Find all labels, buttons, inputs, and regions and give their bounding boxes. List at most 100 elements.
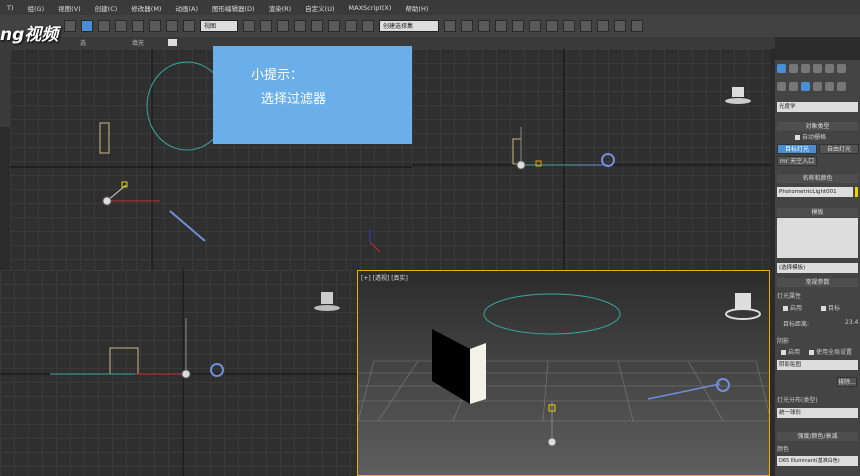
shadow-type-select[interactable]: 阴影贴图 bbox=[777, 360, 858, 370]
rect-select-icon[interactable] bbox=[115, 20, 127, 32]
snap-toggle-icon[interactable] bbox=[294, 20, 306, 32]
template-rollout[interactable]: 模板 bbox=[777, 208, 858, 217]
shapes-icon[interactable] bbox=[789, 82, 798, 91]
color-preset-select[interactable]: D65 Illuminant(基准白色) bbox=[777, 456, 858, 466]
menu-item-help[interactable]: 帮助(H) bbox=[398, 3, 435, 13]
light-category-select[interactable]: 光度学 bbox=[777, 102, 858, 112]
light-target-icon[interactable] bbox=[181, 369, 191, 379]
mr-sky-portal-button[interactable]: mr 天空入口 bbox=[777, 156, 817, 166]
mirror-icon[interactable] bbox=[444, 20, 456, 32]
utilities-tab-icon[interactable] bbox=[837, 64, 846, 73]
menu-item-views[interactable]: 视图(V) bbox=[51, 3, 88, 13]
render-production-icon[interactable] bbox=[597, 20, 609, 32]
light-icon[interactable] bbox=[169, 210, 206, 242]
distribution-label: 灯光分布(类型) bbox=[777, 397, 818, 404]
motion-tab-icon[interactable] bbox=[813, 64, 822, 73]
helpers-icon[interactable] bbox=[825, 82, 834, 91]
select-manipulate-icon[interactable] bbox=[260, 20, 272, 32]
shadows-label: 阴影 bbox=[777, 338, 790, 345]
create-category-icons bbox=[775, 82, 860, 94]
light-target-icon[interactable] bbox=[102, 196, 112, 206]
global-settings-checkbox[interactable]: 使用全局设置 bbox=[809, 347, 858, 356]
edit-named-sets-icon[interactable] bbox=[362, 20, 374, 32]
auto-grid-checkbox[interactable]: 自动栅格 bbox=[777, 132, 860, 141]
menu-item-tools[interactable]: T) bbox=[0, 4, 21, 12]
object-color-swatch[interactable] bbox=[855, 187, 858, 197]
menu-item-customize[interactable]: 自定义(U) bbox=[298, 3, 341, 13]
spinner-snap-icon[interactable] bbox=[345, 20, 357, 32]
template-list[interactable] bbox=[777, 218, 858, 258]
viewport-perspective[interactable]: [+] [透视] [真实] bbox=[357, 270, 770, 476]
display-tab-icon[interactable] bbox=[825, 64, 834, 73]
viewport-left[interactable] bbox=[0, 270, 357, 476]
curve-editor-icon[interactable] bbox=[512, 20, 524, 32]
menu-item-rendering[interactable]: 渲染(R) bbox=[262, 3, 299, 13]
geometry-icon[interactable] bbox=[777, 82, 786, 91]
color-label: 颜色 bbox=[777, 446, 790, 453]
pivot-icon[interactable] bbox=[243, 20, 255, 32]
scale-icon[interactable] bbox=[183, 20, 195, 32]
named-selection-set-select[interactable]: 创建选择集 bbox=[379, 20, 439, 32]
ribbon-item-select[interactable]: 选 bbox=[80, 38, 86, 47]
general-params-rollout[interactable]: 常规参数 bbox=[777, 278, 858, 287]
tip-overlay: 小提示： 选择过滤器 bbox=[213, 46, 412, 144]
render-teapot-icon[interactable] bbox=[614, 20, 626, 32]
name-color-rollout[interactable]: 名称和颜色 bbox=[777, 174, 858, 183]
checkbox-icon bbox=[795, 135, 800, 140]
layer-manager-icon[interactable] bbox=[478, 20, 490, 32]
distribution-select[interactable]: 统一球形 bbox=[777, 408, 858, 418]
light-icon[interactable] bbox=[601, 153, 615, 167]
ribbon-item-fill[interactable]: 填充 bbox=[132, 38, 144, 47]
object-name-input[interactable]: PhotometricLight001 bbox=[777, 187, 853, 197]
create-tab-icon[interactable] bbox=[777, 64, 786, 73]
cameras-icon[interactable] bbox=[813, 82, 822, 91]
keyboard-shortcut-icon[interactable] bbox=[277, 20, 289, 32]
light-target-icon[interactable] bbox=[516, 160, 526, 170]
schematic-view-icon[interactable] bbox=[529, 20, 541, 32]
modify-tab-icon[interactable] bbox=[789, 64, 798, 73]
tip-title: 小提示： bbox=[251, 68, 304, 83]
render-setup-icon[interactable] bbox=[563, 20, 575, 32]
percent-snap-icon[interactable] bbox=[328, 20, 340, 32]
align-icon[interactable] bbox=[461, 20, 473, 32]
light-target-icon[interactable] bbox=[547, 437, 557, 447]
menu-item-graph-editors[interactable]: 图形编辑器(D) bbox=[205, 3, 262, 13]
menu-item-create[interactable]: 创建(C) bbox=[88, 3, 125, 13]
select-filter-icon[interactable] bbox=[64, 20, 76, 32]
free-light-button[interactable]: 自由灯光 bbox=[819, 144, 859, 154]
move-icon[interactable] bbox=[149, 20, 161, 32]
command-panel: 光度学 对象类型 自动栅格 目标灯光 自由灯光 mr 天空入口 名称和颜色 Ph… bbox=[775, 60, 860, 476]
box-object[interactable] bbox=[432, 329, 470, 404]
viewcube-icon[interactable] bbox=[732, 87, 744, 97]
graphite-tools-icon[interactable] bbox=[495, 20, 507, 32]
viewcube-icon[interactable] bbox=[321, 292, 333, 304]
object-type-rollout[interactable]: 对象类型 bbox=[777, 122, 858, 131]
menu-item-maxscript[interactable]: MAXScript(X) bbox=[342, 4, 399, 12]
select-object-icon[interactable] bbox=[81, 20, 93, 32]
material-editor-icon[interactable] bbox=[546, 20, 558, 32]
window-crossing-icon[interactable] bbox=[132, 20, 144, 32]
template-select[interactable]: (选择模板) bbox=[777, 263, 858, 273]
hierarchy-tab-icon[interactable] bbox=[801, 64, 810, 73]
rendered-frame-icon[interactable] bbox=[580, 20, 592, 32]
space-warps-icon[interactable] bbox=[837, 82, 846, 91]
viewport-front[interactable] bbox=[412, 49, 770, 270]
menu-item-modifiers[interactable]: 修改器(M) bbox=[124, 3, 168, 13]
intensity-color-rollout[interactable]: 强度/颜色/衰减 bbox=[777, 432, 858, 441]
checkbox-icon bbox=[809, 350, 814, 355]
viewcube-icon[interactable] bbox=[735, 293, 751, 309]
select-by-name-icon[interactable] bbox=[98, 20, 110, 32]
reference-coord-select[interactable]: 视图 bbox=[200, 20, 238, 32]
light-target-checkbox[interactable]: 目标 bbox=[821, 303, 857, 312]
lights-icon[interactable] bbox=[801, 82, 810, 91]
logo: ng视频 bbox=[0, 25, 59, 45]
shadow-enable-checkbox[interactable]: 启用 bbox=[777, 347, 811, 356]
exclude-button[interactable]: 排除... bbox=[837, 377, 857, 387]
rotate-icon[interactable] bbox=[166, 20, 178, 32]
menu-item-group[interactable]: 组(G) bbox=[21, 3, 52, 13]
ribbon-dropdown-icon[interactable] bbox=[168, 39, 177, 46]
target-light-button[interactable]: 目标灯光 bbox=[777, 144, 817, 154]
menu-item-animation[interactable]: 动画(A) bbox=[168, 3, 205, 13]
angle-snap-icon[interactable] bbox=[311, 20, 323, 32]
render-iterative-icon[interactable] bbox=[631, 20, 643, 32]
